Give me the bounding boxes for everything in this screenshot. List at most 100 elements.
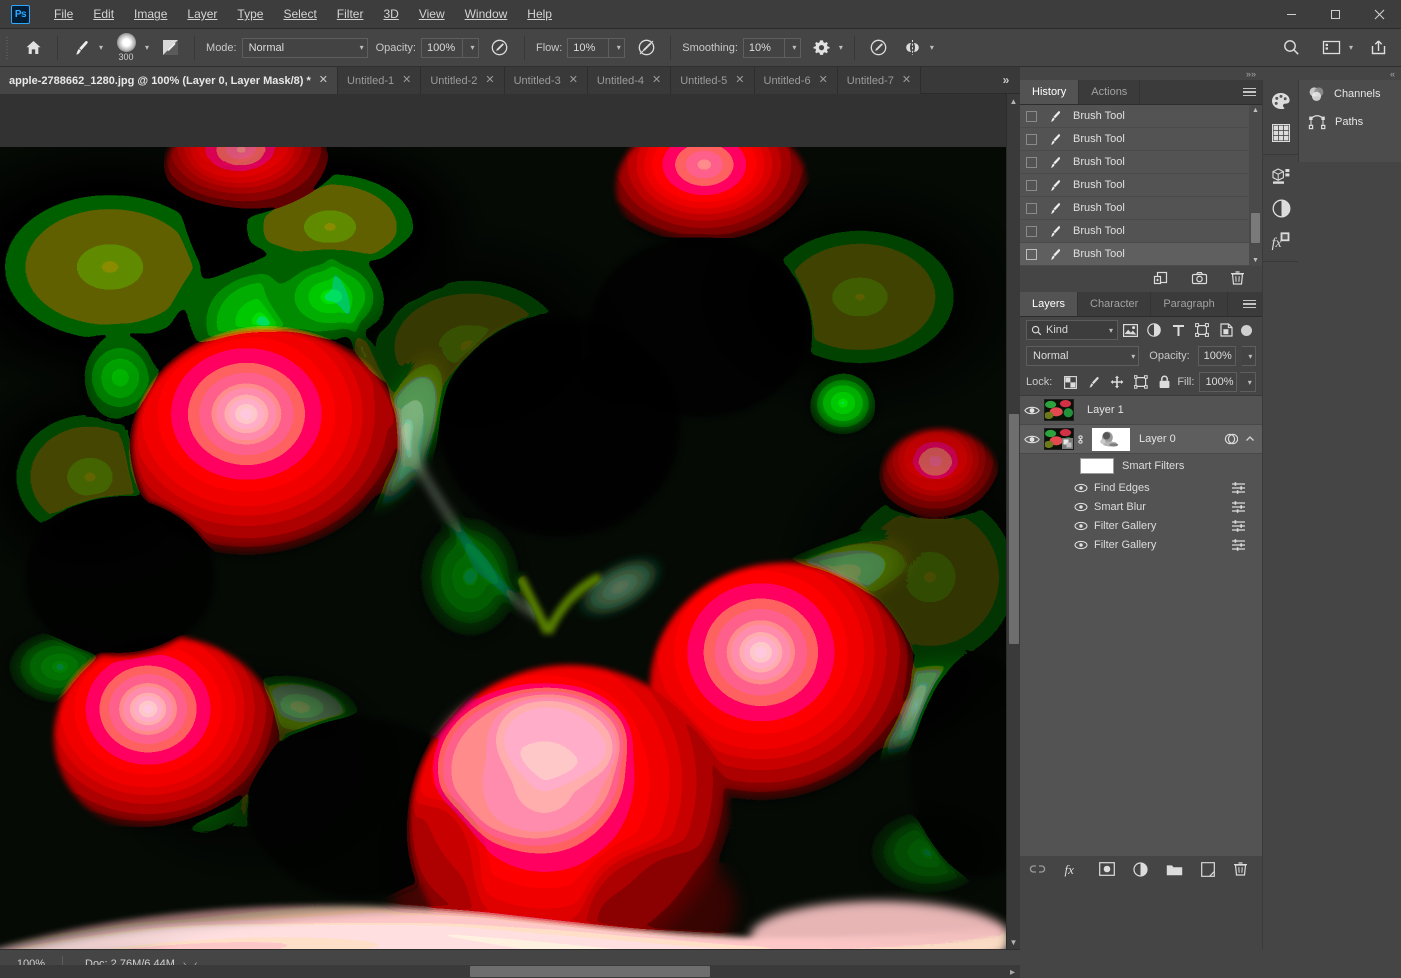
- close-icon[interactable]: ✕: [569, 75, 578, 86]
- menu-select[interactable]: Select: [273, 3, 326, 25]
- history-item[interactable]: Brush Tool: [1020, 128, 1262, 151]
- tab-layers[interactable]: Layers: [1020, 292, 1078, 316]
- layer-thumbnail[interactable]: [1044, 399, 1074, 421]
- delete-layer-icon[interactable]: [1233, 861, 1248, 877]
- document-tab-apple[interactable]: apple-2788662_1280.jpg @ 100% (Layer 0, …: [0, 67, 338, 94]
- layers-panel-menu-button[interactable]: [1236, 292, 1262, 316]
- smart-filter-visibility-toggle[interactable]: [1072, 483, 1090, 493]
- new-layer-icon[interactable]: [1201, 862, 1215, 877]
- history-panel-menu-button[interactable]: [1236, 80, 1262, 104]
- scroll-right-arrow-icon[interactable]: ▸: [1010, 967, 1015, 978]
- close-icon[interactable]: ✕: [819, 75, 828, 86]
- lock-position-icon[interactable]: [1107, 372, 1127, 392]
- document-tab-untitled-3[interactable]: Untitled-3 ✕: [505, 67, 588, 94]
- smart-filters-badge-icon[interactable]: [1224, 432, 1238, 446]
- smoothing-input[interactable]: 10%: [743, 38, 785, 58]
- scroll-up-arrow-icon[interactable]: ▲: [1007, 94, 1020, 108]
- paths-panel-button[interactable]: Paths: [1299, 108, 1401, 136]
- history-item[interactable]: Brush Tool: [1020, 151, 1262, 174]
- tab-overflow-button[interactable]: »: [992, 67, 1020, 93]
- menu-file[interactable]: File: [44, 3, 83, 25]
- airbrush-button[interactable]: [629, 29, 663, 67]
- close-icon[interactable]: ✕: [902, 75, 911, 86]
- document-tab-untitled-1[interactable]: Untitled-1 ✕: [338, 67, 421, 94]
- canvas-vertical-scrollbar[interactable]: ▲ ▼: [1006, 94, 1020, 949]
- pressure-size-button[interactable]: [862, 29, 896, 67]
- collapse-smart-filters-chevron-icon[interactable]: [1245, 434, 1255, 444]
- close-icon[interactable]: ✕: [735, 75, 744, 86]
- layer-fill-input[interactable]: 100%: [1199, 372, 1237, 392]
- layer-row-layer-0[interactable]: Layer 0: [1020, 425, 1262, 454]
- lock-all-icon[interactable]: [1154, 372, 1174, 392]
- smart-filter-blending-options-icon[interactable]: [1231, 481, 1262, 494]
- symmetry-button[interactable]: ▾: [896, 29, 938, 67]
- history-item[interactable]: Brush Tool: [1020, 197, 1262, 220]
- delete-icon[interactable]: [1228, 269, 1246, 287]
- history-snapshot-checkbox[interactable]: [1026, 111, 1037, 122]
- menu-edit[interactable]: Edit: [83, 3, 124, 25]
- opacity-input[interactable]: 100%: [421, 38, 463, 58]
- filter-toggle-switch[interactable]: [1241, 325, 1252, 336]
- history-snapshot-checkbox[interactable]: [1026, 180, 1037, 191]
- opacity-chevron-icon[interactable]: ▾: [463, 38, 479, 58]
- close-button[interactable]: [1357, 0, 1401, 29]
- layer-mask-thumbnail[interactable]: [1092, 428, 1130, 451]
- adjustment-layer-filter-icon[interactable]: [1142, 319, 1166, 341]
- document-tab-untitled-5[interactable]: Untitled-5 ✕: [671, 67, 754, 94]
- tab-history[interactable]: History: [1020, 80, 1079, 104]
- smart-filters-row[interactable]: Smart Filters: [1020, 454, 1262, 478]
- lock-image-pixels-icon[interactable]: [1084, 372, 1104, 392]
- history-snapshot-checkbox[interactable]: [1026, 226, 1037, 237]
- 3d-panel-button[interactable]: [1263, 160, 1299, 192]
- search-button[interactable]: [1279, 35, 1305, 61]
- smart-filter-smart-blur[interactable]: Smart Blur: [1020, 497, 1262, 516]
- layer-opacity-chevron-icon[interactable]: ▾: [1242, 346, 1256, 366]
- document-tab-untitled-6[interactable]: Untitled-6 ✕: [755, 67, 838, 94]
- tab-paragraph[interactable]: Paragraph: [1151, 292, 1227, 316]
- layer-fill-chevron-icon[interactable]: ▾: [1240, 372, 1256, 392]
- swatches-panel-button[interactable]: [1263, 117, 1299, 149]
- pixel-layer-filter-icon[interactable]: [1118, 319, 1142, 341]
- history-item-current[interactable]: Brush Tool: [1020, 243, 1262, 266]
- document-canvas[interactable]: [0, 147, 1006, 949]
- layer-blend-mode-select[interactable]: Normal ▾: [1026, 346, 1139, 366]
- close-icon[interactable]: ✕: [485, 75, 494, 86]
- smart-filter-blending-options-icon[interactable]: [1231, 538, 1262, 551]
- smart-filter-filter-gallery-1[interactable]: Filter Gallery: [1020, 516, 1262, 535]
- history-snapshot-checkbox[interactable]: [1026, 249, 1037, 260]
- create-document-from-state-icon[interactable]: [1152, 269, 1170, 287]
- history-item[interactable]: Brush Tool: [1020, 174, 1262, 197]
- brush-settings-button[interactable]: [153, 29, 187, 67]
- history-scroll-thumb[interactable]: [1251, 213, 1260, 243]
- history-snapshot-checkbox[interactable]: [1026, 203, 1037, 214]
- lock-transparent-pixels-icon[interactable]: [1060, 372, 1080, 392]
- close-icon[interactable]: ✕: [319, 75, 328, 86]
- smart-filter-filter-gallery-2[interactable]: Filter Gallery: [1020, 535, 1262, 554]
- history-scroll-up-icon[interactable]: ▲: [1252, 107, 1259, 114]
- color-panel-button[interactable]: [1263, 85, 1299, 117]
- new-adjustment-layer-icon[interactable]: [1133, 862, 1148, 877]
- options-bar-grip[interactable]: [4, 35, 13, 61]
- menu-filter[interactable]: Filter: [327, 3, 374, 25]
- create-snapshot-icon[interactable]: [1190, 269, 1208, 287]
- layer-mask-link-icon[interactable]: [1075, 433, 1087, 446]
- smart-filter-visibility-toggle[interactable]: [1072, 540, 1090, 550]
- adjustments-panel-button[interactable]: [1263, 192, 1299, 224]
- layer-name[interactable]: Layer 1: [1087, 404, 1124, 416]
- mode-select[interactable]: Normal ▾: [242, 38, 368, 58]
- history-collapse-button[interactable]: »»: [1020, 67, 1262, 80]
- layer-visibility-toggle[interactable]: [1020, 405, 1044, 416]
- new-group-icon[interactable]: [1166, 863, 1183, 876]
- menu-layer[interactable]: Layer: [177, 3, 227, 25]
- menu-window[interactable]: Window: [455, 3, 518, 25]
- layer-opacity-input[interactable]: 100%: [1198, 346, 1236, 366]
- document-tab-untitled-4[interactable]: Untitled-4 ✕: [588, 67, 671, 94]
- menu-type[interactable]: Type: [227, 3, 273, 25]
- workspace-chevron-icon[interactable]: ▾: [1349, 43, 1353, 52]
- layer-filter-kind-select[interactable]: Kind ▾: [1026, 320, 1118, 340]
- smart-filter-find-edges[interactable]: Find Edges: [1020, 478, 1262, 497]
- document-tab-untitled-7[interactable]: Untitled-7 ✕: [838, 67, 921, 94]
- smart-filter-visibility-toggle[interactable]: [1072, 521, 1090, 531]
- minimize-button[interactable]: [1269, 0, 1313, 29]
- share-button[interactable]: [1365, 35, 1391, 61]
